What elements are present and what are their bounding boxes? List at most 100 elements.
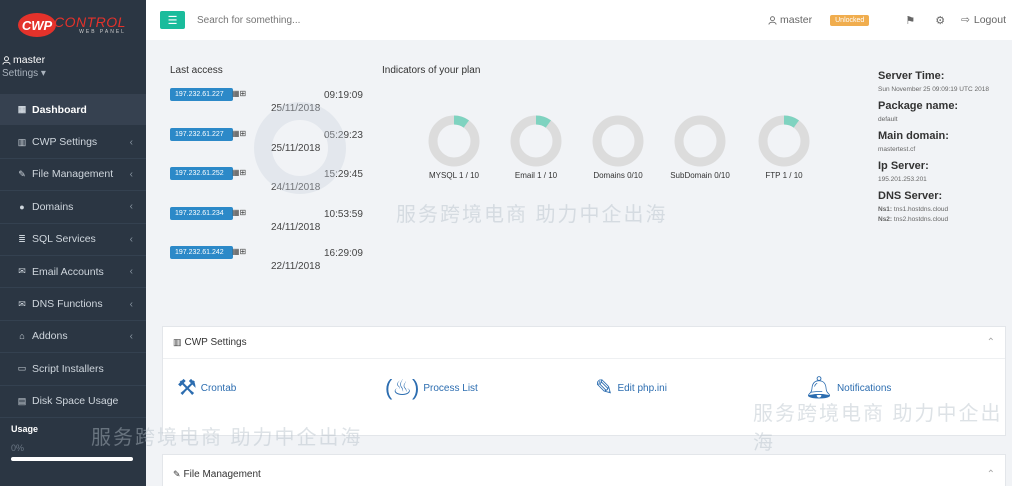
chevron-up-icon[interactable]: ⌃ [987,337,995,348]
access-time: 09:19:09 [324,90,363,101]
wrench-icon: ⚒ [177,375,197,400]
ns2-value: tns2.hostdns.cloud [893,216,949,223]
ip-badge[interactable]: 197.232.61.252 [170,167,233,181]
logo-sub: WEB PANEL [79,28,126,35]
sidebar-item-script-installers[interactable]: ▭ Script Installers [0,353,146,386]
topbar-user[interactable]: master [768,14,812,26]
donut-chart [674,115,726,167]
flag-windows-icon: ▦⊞ [232,247,247,257]
sidebar-item-label: Script Installers [32,362,104,375]
access-date: 22/11/2018 [271,261,321,273]
indicator-label: Domains 0/10 [593,171,643,180]
menu-toggle-button[interactable]: ☰ [160,11,185,29]
crontab-shortcut[interactable]: ⚒ Crontab [177,377,236,399]
fire-icon: (♨) [385,375,420,400]
logo[interactable]: CWP CONTROL WEB PANEL [0,0,146,50]
edit-icon: ✎ [173,468,181,479]
bar-chart-icon: ▥ [173,337,182,347]
sidebar-item-file-management[interactable]: ✎ File Management ‹ [0,159,146,192]
sidebar-item-dns-functions[interactable]: ✉ DNS Functions ‹ [0,288,146,321]
cwp-settings-panel: ▥ CWP Settings ⌃ ⚒ Crontab (♨) Process L… [91,326,1006,454]
server-info: Server Time: Sun November 25 09:09:19 UT… [878,70,998,224]
edit-icon: ✎ [18,168,26,179]
access-row: 197.232.61.242 ▦⊞ 16:29:09 22/11/2018 [170,234,370,274]
usage-label: Usage [11,423,39,434]
sidebar-item-sql-services[interactable]: ≣ SQL Services ‹ [0,224,146,256]
settings-dropdown[interactable]: Settings ▾ [2,68,144,79]
access-date: 25/11/2018 [271,142,321,154]
sidebar-item-label: Domains [32,200,74,213]
sidebar-item-dashboard[interactable]: ▦ Dashboard [0,94,146,127]
package-value: default [878,116,898,123]
donut-chart [510,115,562,167]
flag-icon[interactable]: ⚑ [905,14,915,27]
ip-server-title: Ip Server: [878,160,929,172]
donut-free-arc [758,115,810,167]
flag-windows-icon: ▦⊞ [232,168,247,178]
search-input[interactable] [197,14,417,26]
sidebar-item-addons[interactable]: ⌂ Addons ‹ [0,321,146,354]
access-row: 197.232.61.252 ▦⊞ 15:29:45 24/11/2018 [170,155,370,195]
envelope-icon: ✉ [18,298,26,309]
sidebar-user: master Settings ▾ [0,50,146,94]
sidebar-item-disk-space-usage[interactable]: ▤ Disk Space Usage [0,386,146,418]
flag-windows-icon: ▦⊞ [232,128,247,138]
access-date: 25/11/2018 [271,103,321,114]
gears-icon[interactable]: ⚙ [935,14,945,27]
access-time: 10:53:59 [324,208,363,220]
ns1-line: Ns1: tns1.hostdns.cloud [878,205,998,214]
sidebar-item-email-accounts[interactable]: ✉ Email Accounts ‹ [0,256,146,289]
sidebar-item-label: SQL Services [32,233,96,246]
ip-badge[interactable]: 197.232.61.227 [170,88,233,101]
globe-icon: ● [19,201,25,212]
envelope-icon: ✉ [18,266,26,277]
main-content: Last access 197.232.61.227 ▦⊞ 09:19:09 25/1… [91,40,1012,486]
logo-name: CONTROL [54,13,126,30]
access-time: 16:29:09 [324,248,363,260]
usage-widget: Usage 0% [0,418,146,467]
file-management-title: File Management [183,468,261,480]
process-list-shortcut[interactable]: (♨) Process List [385,377,478,399]
shortcut-label: Edit php.ini [617,382,667,394]
sidebar-item-label: DNS Functions [32,298,103,311]
sidebar-item-cwp-settings[interactable]: ▥ CWP Settings ‹ [0,126,146,159]
ip-server-value: 195.201.253.201 [878,176,927,183]
donut-free-arc [428,115,480,167]
edit-php-ini-shortcut[interactable]: ✎ Edit php.ini [595,377,667,399]
status-badge: Unlocked [830,14,870,26]
chevron-left-icon: ‹ [129,330,133,342]
logout-button[interactable]: ⇨ Logout [961,14,1006,26]
indicator-label: Email 1 / 10 [514,171,558,180]
donut-chart [592,115,644,167]
ns2-line: Ns2: tns2.hostdns.cloud [878,215,998,224]
chevron-left-icon: ‹ [129,201,133,213]
bell-icon: 🔔︎ [805,375,833,400]
access-time: 15:29:45 [324,169,363,181]
notifications-shortcut[interactable]: 🔔︎ Notifications [805,377,891,399]
sidebar-item-domains[interactable]: ● Domains ‹ [0,191,146,224]
flag-windows-icon: ▦⊞ [232,207,247,217]
file-management-panel: ✎ File Management ⌃ [162,454,1006,486]
usage-percent: 0% [11,442,25,453]
cwp-settings-header[interactable]: ▥ CWP Settings ⌃ [163,327,1005,359]
topbar-username: master [780,14,813,26]
flag-windows-icon: ▦⊞ [232,89,247,98]
shortcut-label: Crontab [200,382,237,394]
donut-chart [758,115,810,167]
monitor-icon: ▭ [17,363,27,374]
ns1-label: Ns1: [878,206,893,213]
dashboard-icon: ▦ [17,104,27,115]
chevron-left-icon: ‹ [129,233,133,245]
ip-badge[interactable]: 197.232.61.234 [170,206,233,220]
sidebar-item-label: CWP Settings [32,136,98,149]
file-management-header[interactable]: ✎ File Management ⌃ [163,455,1005,486]
dns-server-title: DNS Server: [878,190,943,202]
ip-badge[interactable]: 197.232.61.242 [170,246,233,260]
hamburger-icon: ☰ [167,14,178,27]
chevron-up-icon[interactable]: ⌃ [987,469,995,480]
ip-badge[interactable]: 197.232.61.227 [170,127,233,141]
database-icon: ≣ [18,233,26,244]
shortcut-label: Notifications [836,382,892,394]
indicators-title: Indicators of your plan [382,65,481,76]
indicator-label: FTP 1 / 10 [765,171,803,180]
